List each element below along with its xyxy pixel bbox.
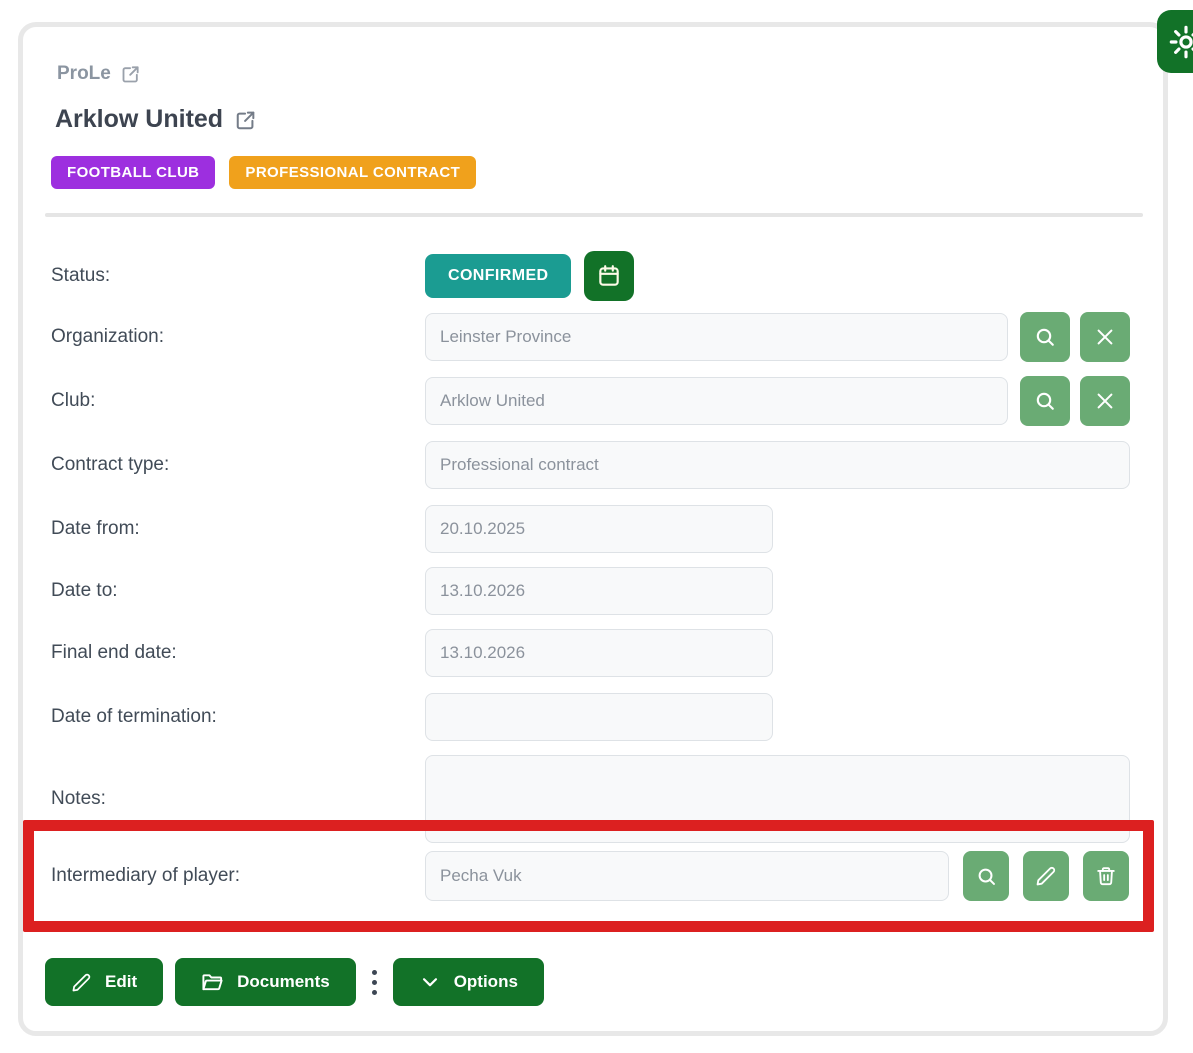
settings-button[interactable] — [1157, 10, 1193, 73]
edit-button-label: Edit — [105, 972, 137, 992]
action-bar: Edit Documents Options — [45, 958, 544, 1006]
status-label: Status: — [51, 265, 425, 287]
contract-type-label: Contract type: — [51, 454, 425, 476]
notes-textarea[interactable] — [425, 755, 1130, 843]
intermediary-edit-button[interactable] — [1023, 851, 1069, 901]
search-icon — [1033, 325, 1057, 349]
header-divider — [45, 213, 1143, 217]
pencil-icon — [71, 972, 92, 993]
external-link-icon — [121, 64, 141, 84]
professional-contract-badge: PROFESSIONAL CONTRACT — [229, 156, 476, 189]
football-club-badge: FOOTBALL CLUB — [51, 156, 215, 189]
calendar-icon — [596, 263, 622, 289]
status-history-button[interactable] — [584, 251, 634, 301]
intermediary-delete-button[interactable] — [1083, 851, 1129, 901]
final-end-date-label: Final end date: — [51, 642, 425, 664]
intermediary-row: Intermediary of player: — [51, 851, 1130, 901]
app-link-label: ProLe — [57, 63, 111, 85]
trash-icon — [1095, 865, 1117, 887]
edit-button[interactable]: Edit — [45, 958, 163, 1006]
page-title: Arklow United — [55, 105, 257, 134]
date-from-label: Date from: — [51, 518, 425, 540]
pencil-icon — [1035, 865, 1057, 887]
contract-type-row: Contract type: — [51, 441, 1130, 489]
organization-search-button[interactable] — [1020, 312, 1070, 362]
date-from-input[interactable] — [425, 505, 773, 553]
date-of-termination-label: Date of termination: — [51, 706, 425, 728]
date-to-input[interactable] — [425, 567, 773, 615]
organization-row: Organization: — [51, 313, 1130, 361]
status-row: Status: CONFIRMED — [51, 250, 1130, 302]
app-breadcrumb-link[interactable]: ProLe — [57, 63, 141, 85]
search-icon — [975, 865, 998, 888]
final-end-date-row: Final end date: — [51, 629, 1130, 677]
date-of-termination-row: Date of termination: — [51, 693, 1130, 741]
documents-button-label: Documents — [237, 972, 330, 992]
intermediary-label: Intermediary of player: — [51, 865, 425, 887]
intermediary-search-button[interactable] — [963, 851, 1009, 901]
status-badge: CONFIRMED — [425, 254, 571, 298]
intermediary-input[interactable] — [425, 851, 949, 901]
x-icon — [1094, 326, 1116, 348]
club-input[interactable] — [425, 377, 1008, 425]
folder-open-icon — [201, 971, 224, 994]
club-row: Club: — [51, 377, 1130, 425]
final-end-date-input[interactable] — [425, 629, 773, 677]
external-link-icon[interactable] — [235, 109, 257, 131]
gear-icon — [1168, 24, 1193, 60]
date-to-row: Date to: — [51, 567, 1130, 615]
club-label: Club: — [51, 390, 425, 412]
documents-button[interactable]: Documents — [175, 958, 356, 1006]
organization-clear-button[interactable] — [1080, 312, 1130, 362]
kebab-menu-icon[interactable] — [370, 966, 379, 999]
date-from-row: Date from: — [51, 505, 1130, 553]
notes-label: Notes: — [51, 788, 425, 810]
date-to-label: Date to: — [51, 580, 425, 602]
club-clear-button[interactable] — [1080, 376, 1130, 426]
x-icon — [1094, 390, 1116, 412]
contract-detail-page: ProLe Arklow United FOOTBALL CLUB PROFES… — [0, 0, 1193, 1053]
club-search-button[interactable] — [1020, 376, 1070, 426]
organization-label: Organization: — [51, 326, 425, 348]
organization-input[interactable] — [425, 313, 1008, 361]
options-button[interactable]: Options — [393, 958, 544, 1006]
search-icon — [1033, 389, 1057, 413]
page-title-label: Arklow United — [55, 105, 223, 134]
contract-type-input[interactable] — [425, 441, 1130, 489]
notes-row: Notes: — [51, 755, 1130, 843]
date-of-termination-input[interactable] — [425, 693, 773, 741]
chevron-down-icon — [419, 971, 441, 993]
options-button-label: Options — [454, 972, 518, 992]
tag-badges: FOOTBALL CLUB PROFESSIONAL CONTRACT — [51, 156, 476, 189]
